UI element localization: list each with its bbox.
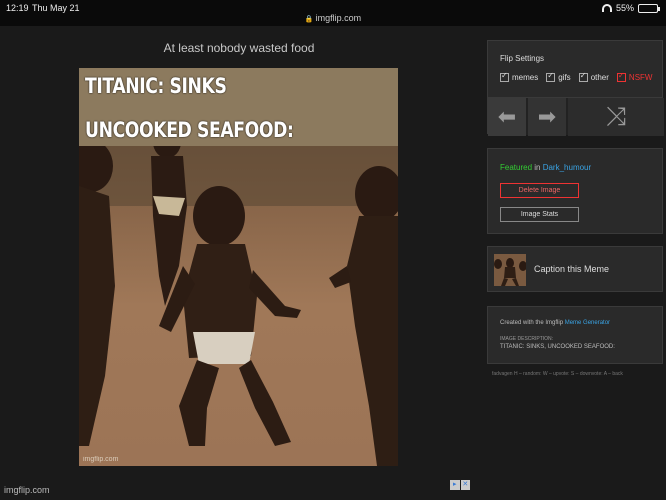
keyboard-shortcuts-hint: fadvagen H – random: W – upvote: S – dow… (492, 371, 623, 377)
page: At least nobody wasted food TITANIC: SIN… (0, 26, 666, 500)
featured-label: Featured (500, 163, 533, 172)
wifi-icon (601, 4, 612, 12)
address-url: imgflip.com (315, 13, 362, 23)
battery-icon (638, 3, 660, 13)
checkbox-other[interactable] (578, 71, 588, 82)
filter-gifs-label: gifs (558, 73, 571, 82)
meme-caption-top: TITANIC: SINKS (85, 74, 227, 98)
arrow-left-icon: ⬅ (497, 104, 517, 129)
featured-panel: Featured in Dark_humour Delete Image Ima… (487, 148, 663, 234)
meme-caption-area: TITANIC: SINKS UNCOOKED SEAFOOD: (79, 68, 398, 146)
lock-icon: 🔒 (304, 16, 314, 23)
checkbox-nsfw[interactable] (616, 71, 626, 82)
meme-watermark: imgflip.com (83, 456, 119, 463)
featured-stream-link[interactable]: Dark_humour (543, 163, 591, 172)
meme-generator-link[interactable]: Meme Generator (565, 320, 610, 326)
footer-logo[interactable]: imgflip.com (4, 485, 50, 495)
meme-title: At least nobody wasted food (163, 41, 315, 55)
image-description-text: TITANIC: SINKS, UNCOOKED SEAFOOD: (500, 344, 615, 350)
meme-template-thumbnail (494, 254, 526, 286)
ad-close-icon: ✕ (460, 480, 470, 490)
meme-photo (79, 146, 398, 466)
filter-gifs[interactable]: gifs (546, 71, 571, 82)
ad-info-icon: ▸ (450, 480, 460, 490)
caption-this-meme-label: Caption this Meme (534, 264, 610, 274)
image-stats-button[interactable]: Image Stats (500, 207, 579, 222)
flip-filters: memes gifs other NSFW (500, 71, 653, 82)
filter-other-label: other (590, 73, 609, 82)
featured-in: in (532, 163, 543, 172)
image-description-label: IMAGE DESCRIPTION: (500, 336, 554, 342)
filter-memes[interactable]: memes (500, 71, 539, 82)
filter-nsfw[interactable]: NSFW (616, 71, 653, 82)
flip-navigation: ⬅ ➡ ⤨ (488, 97, 664, 136)
status-right: 55% (601, 3, 660, 13)
created-with: Created with the Imgflip Meme Generator (500, 320, 610, 326)
ad-choices-badge[interactable]: ▸ ✕ (450, 480, 470, 490)
filter-memes-label: memes (512, 73, 539, 82)
previous-meme-button[interactable]: ⬅ (488, 98, 526, 136)
image-info-panel: Created with the Imgflip Meme Generator … (487, 306, 663, 364)
status-time: 12:19 (6, 3, 29, 13)
flip-settings-title: Flip Settings (500, 54, 545, 63)
random-meme-button[interactable]: ⤨ (568, 98, 664, 136)
caption-this-meme-button[interactable]: Caption this Meme (487, 246, 663, 292)
meme-caption-bottom: UNCOOKED SEAFOOD: (85, 118, 294, 142)
delete-image-button[interactable]: Delete Image (500, 183, 579, 198)
shuffle-icon: ⤨ (605, 101, 627, 131)
status-bar: 12:19 Thu May 21 🔒 imgflip.com 55% (0, 0, 666, 26)
checkbox-memes[interactable] (500, 71, 509, 82)
created-prefix: Created with the Imgflip (500, 320, 565, 326)
flip-settings-panel: Flip Settings memes gifs other NSFW ⬅ ➡ … (487, 40, 664, 136)
meme-image[interactable]: TITANIC: SINKS UNCOOKED SEAFOOD: imgflip… (79, 68, 398, 466)
battery-percent: 55% (615, 3, 634, 13)
status-date: Thu May 21 (32, 3, 80, 13)
arrow-right-icon: ➡ (537, 104, 557, 129)
filter-nsfw-label: NSFW (628, 73, 653, 82)
featured-line: Featured in Dark_humour (500, 163, 591, 172)
next-meme-button[interactable]: ➡ (528, 98, 566, 136)
filter-other[interactable]: other (578, 71, 609, 82)
address-bar[interactable]: 🔒 imgflip.com (0, 13, 666, 23)
checkbox-gifs[interactable] (546, 71, 556, 82)
